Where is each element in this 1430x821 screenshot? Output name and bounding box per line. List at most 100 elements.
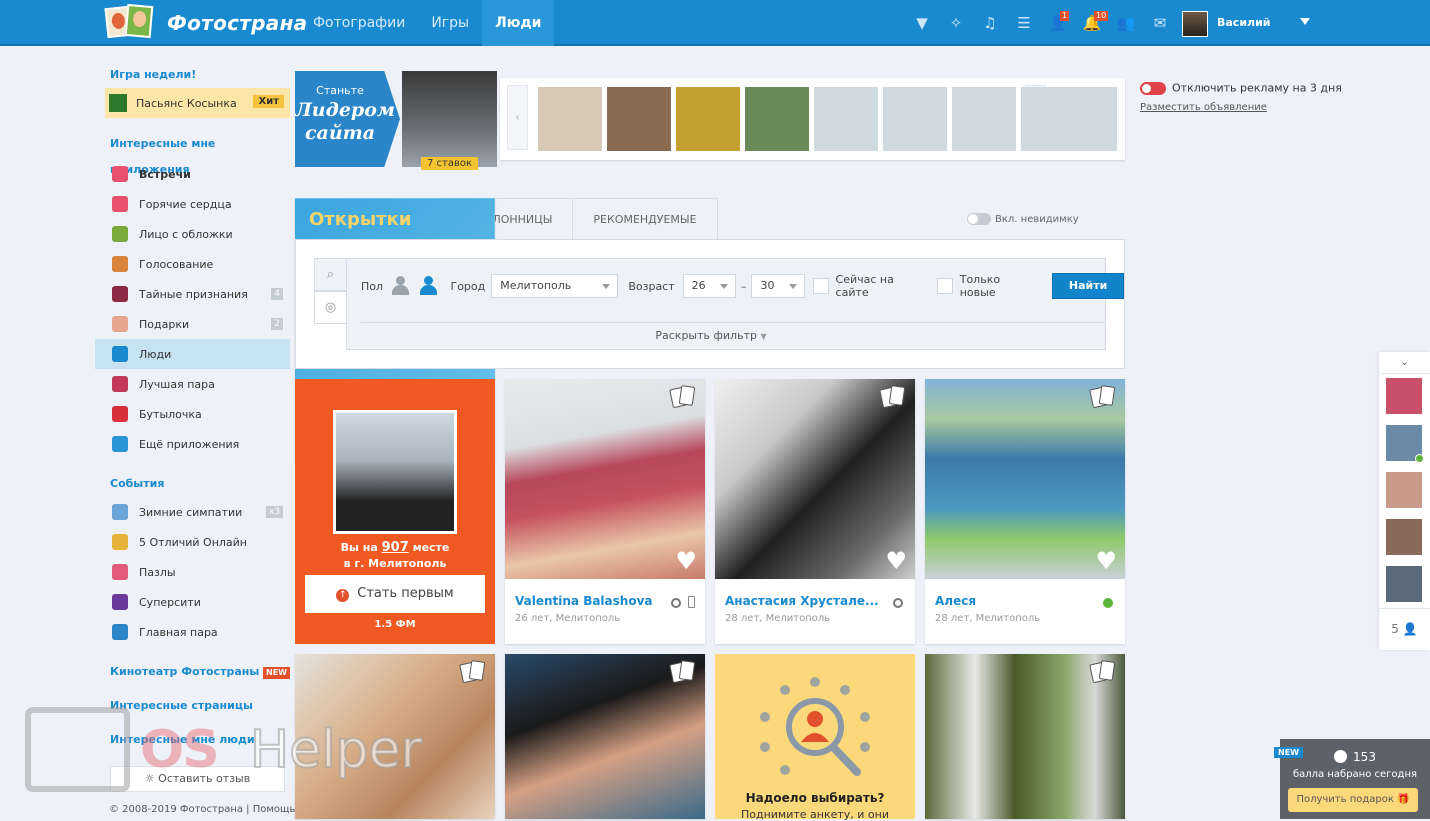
logo-icon[interactable] (104, 3, 154, 41)
leader-thumbnail[interactable] (745, 87, 809, 151)
sidebar-item-label: Подарки (139, 317, 190, 331)
leader-thumbnail[interactable] (538, 87, 602, 151)
nav-photos[interactable]: Фотографии (300, 0, 418, 46)
age-from-select[interactable]: 26 (682, 274, 736, 298)
sidebar-item[interactable]: Суперсити (95, 587, 290, 617)
become-leader-banner[interactable]: Станьте Лидером сайта (295, 71, 400, 167)
apps-heading[interactable]: Интересные мне приложения (95, 131, 290, 176)
sidebar-item[interactable]: 5 Отличий Онлайн (95, 527, 290, 557)
sidebar-item[interactable]: Главная пара (95, 617, 290, 647)
get-gift-button[interactable]: Получить подарок 🎁 (1288, 788, 1418, 812)
game-of-week-heading[interactable]: Игра недели! (95, 62, 290, 88)
guests-icon[interactable]: ✧ (939, 0, 973, 46)
events-heading[interactable]: События (95, 471, 290, 497)
become-first-button[interactable]: ↑ Стать первым (305, 575, 485, 613)
vip-icon[interactable]: ▼ (905, 0, 939, 46)
sidebar-item[interactable]: Люди (95, 339, 290, 369)
profile-name[interactable]: Анастасия Хрустале... (725, 594, 879, 608)
sidebar-item[interactable]: Лицо с обложки (95, 219, 290, 249)
like-heart-icon[interactable]: ♥ (885, 549, 907, 573)
profile-card[interactable]: ♥ Анастасия Хрустале... 28 лет, Мелитопо… (715, 379, 915, 644)
cards-game-icon[interactable] (669, 385, 697, 409)
user-menu-chevron-icon[interactable] (1300, 18, 1310, 25)
female-icon[interactable] (419, 276, 437, 296)
game-of-week-item[interactable]: Пасьянс Косынка Хит (105, 88, 290, 118)
cards-game-icon[interactable] (669, 660, 697, 684)
brand-name[interactable]: Фотострана (167, 11, 307, 35)
sidebar-item[interactable]: Ещё приложения (95, 429, 290, 459)
cards-game-icon[interactable] (879, 385, 907, 409)
sidebar-item[interactable]: Подарки 2 (95, 309, 290, 339)
sidebar-item[interactable]: Зимние симпатии x3 (95, 497, 290, 527)
sidebar-item[interactable]: Бутылочка (95, 399, 290, 429)
leader-photo[interactable] (402, 71, 497, 167)
sidebar-item[interactable]: Горячие сердца (95, 189, 290, 219)
profile-card[interactable]: ♥ Алеся 28 лет, Мелитополь (925, 379, 1125, 644)
city-select[interactable]: Мелитополь (491, 274, 619, 298)
globe-icon[interactable]: ◎ (314, 291, 347, 324)
visitor-avatar[interactable] (1386, 566, 1422, 602)
cinema-link[interactable]: Кинотеатр Фотостраны NEW (95, 659, 290, 685)
cards-game-icon[interactable] (459, 660, 487, 684)
feed-icon[interactable]: ☰ (1007, 0, 1041, 46)
voting-icon (112, 256, 128, 272)
sidebar-item[interactable]: Встречи (95, 159, 290, 189)
sidebar-item[interactable]: Тайные признания 4 (95, 279, 290, 309)
visitor-avatar[interactable] (1386, 425, 1424, 463)
sidebar-item[interactable]: Пазлы (95, 557, 290, 587)
place-ad-link[interactable]: Разместить объявление (1140, 102, 1342, 113)
search-button[interactable]: Найти (1052, 273, 1125, 299)
like-heart-icon[interactable]: ♥ (675, 549, 697, 573)
leader-thumbnail[interactable] (607, 87, 671, 151)
filter-panel: ⌕ ◎ Пол Город Мелитополь Возраст 26 – 30… (295, 239, 1125, 369)
price-label: 1.5 ФМ (374, 619, 416, 630)
cards-game-icon[interactable] (1089, 660, 1117, 684)
collapse-chevron-icon[interactable]: ⌄ (1379, 352, 1430, 374)
profile-info: 26 лет, Мелитополь (515, 613, 621, 624)
visitors-count[interactable]: 5 👤 (1379, 608, 1430, 650)
raise-profile-card[interactable]: Надоело выбирать? Поднимите анкету, и он… (715, 654, 915, 821)
invisible-toggle[interactable] (967, 213, 991, 225)
disable-ads-toggle[interactable] (1140, 81, 1166, 95)
online-checkbox[interactable] (812, 278, 829, 294)
visitor-avatar[interactable] (1386, 472, 1422, 508)
leader-thumbnail[interactable] (883, 87, 947, 151)
leader-thumbnail[interactable] (1021, 87, 1085, 151)
online-label: Сейчас на сайте (835, 273, 894, 299)
watermark-helper: Helper (249, 719, 423, 781)
count-badge: 1 (1060, 11, 1070, 21)
new-badge: NEW (263, 667, 290, 679)
user-name[interactable]: Василий (1217, 16, 1271, 29)
nav-games[interactable]: Игры (418, 0, 482, 46)
profile-card[interactable] (925, 654, 1125, 819)
search-icon[interactable]: ⌕ (314, 258, 347, 291)
cards-game-icon[interactable] (1089, 385, 1117, 409)
messages-icon[interactable]: ✉ (1143, 0, 1177, 46)
sidebar-item[interactable]: Лучшая пара (95, 369, 290, 399)
expand-filter-link[interactable]: Раскрыть фильтр ▼ (296, 329, 1126, 342)
nav-people[interactable]: Люди (482, 0, 555, 46)
leader-thumbnail[interactable] (814, 87, 878, 151)
visitor-avatar[interactable] (1386, 378, 1422, 414)
profile-card[interactable]: ♥ Valentina Balashova 26 лет, Мелитополь (505, 379, 705, 644)
header-icons: ▼ ✧ ♫ ☰ 👤 1 🔔 10 👥 ✉ (905, 0, 1177, 46)
profile-name[interactable]: Алеся (935, 594, 976, 608)
notifications-icon[interactable]: 🔔 10 (1075, 0, 1109, 46)
rating-promo-card: Вы на 907 месте в г. Мелитополь ↑ Стать пе… (295, 379, 495, 644)
friends-icon[interactable]: 👥 (1109, 0, 1143, 46)
profile-name[interactable]: Valentina Balashova (515, 594, 653, 608)
carousel-prev-button[interactable]: ‹ (507, 85, 528, 150)
sidebar-item[interactable]: Голосование (95, 249, 290, 279)
tab-recommended[interactable]: РЕКОМЕНДУЕМЫЕ (573, 198, 718, 240)
male-icon[interactable] (391, 276, 409, 296)
music-icon[interactable]: ♫ (973, 0, 1007, 46)
age-to-select[interactable]: 30 (751, 274, 805, 298)
visitor-avatar[interactable] (1386, 519, 1422, 555)
new-only-checkbox[interactable] (936, 278, 953, 294)
friend-requests-icon[interactable]: 👤 1 (1041, 0, 1075, 46)
leader-thumbnail[interactable] (676, 87, 740, 151)
profile-card[interactable] (505, 654, 705, 819)
user-avatar[interactable] (1182, 11, 1208, 37)
leader-thumbnail[interactable] (952, 87, 1016, 151)
like-heart-icon[interactable]: ♥ (1095, 549, 1117, 573)
